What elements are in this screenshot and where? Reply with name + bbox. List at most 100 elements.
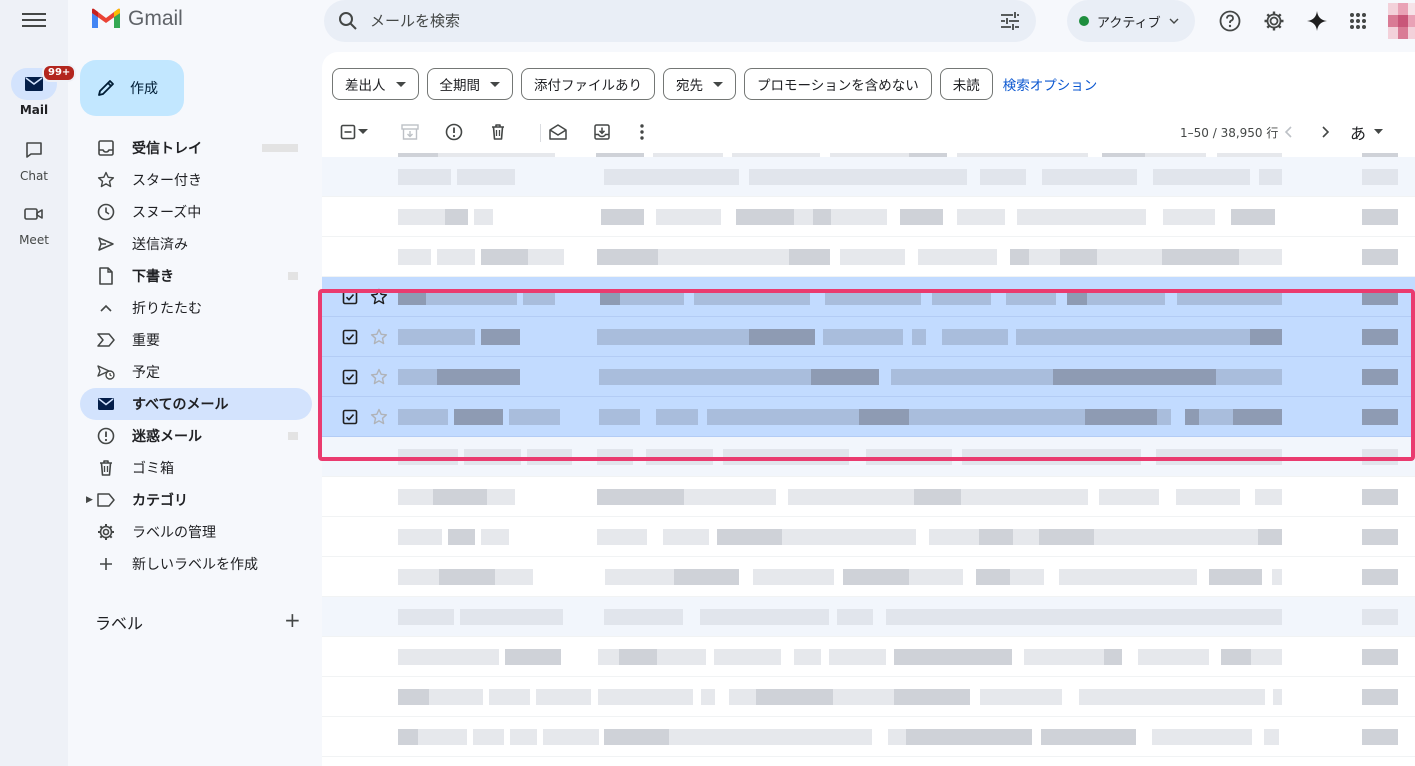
selected-mail-row[interactable] [322, 397, 1415, 437]
add-label-plus-icon[interactable]: + [284, 608, 301, 632]
move-to-inbox-icon[interactable] [590, 120, 614, 144]
nav-item-spam[interactable]: 迷惑メール [80, 420, 312, 452]
blurred-snippet [656, 409, 698, 425]
account-avatar[interactable] [1388, 3, 1415, 39]
row-checkbox-checked-icon[interactable] [342, 369, 358, 385]
search-icon[interactable] [338, 11, 358, 31]
selected-mail-row[interactable] [322, 277, 1415, 317]
blurred-snippet [858, 289, 921, 305]
search-input[interactable] [370, 12, 1000, 30]
filter-chip-date[interactable]: 全期間 [426, 68, 513, 100]
mail-row[interactable] [322, 637, 1415, 677]
blurred-sender [398, 609, 454, 625]
selected-mail-row[interactable] [322, 317, 1415, 357]
blurred-snippet [818, 449, 849, 465]
chevron-right-icon[interactable] [1314, 120, 1338, 144]
blurred-snippet [746, 369, 811, 385]
blurred-sender [487, 489, 515, 505]
mail-row[interactable] [322, 477, 1415, 517]
apps-grid-icon[interactable] [1346, 9, 1370, 33]
nav-item-categories[interactable]: ▶ カテゴリ [80, 484, 312, 516]
nav-item-all-mail[interactable]: すべてのメール [80, 388, 312, 420]
blurred-snippet [959, 249, 997, 265]
nav-item-collapse[interactable]: 折りたたむ [80, 292, 312, 324]
filter-chip-unread[interactable]: 未読 [939, 68, 993, 100]
rail-item-chat[interactable]: Chat [0, 134, 68, 183]
settings-gear-icon[interactable] [1262, 9, 1286, 33]
status-selector[interactable]: アクティブ [1067, 0, 1195, 42]
filter-chip-from[interactable]: 差出人 [332, 68, 419, 100]
expand-caret-icon[interactable]: ▶ [86, 495, 93, 505]
nav-item-scheduled[interactable]: 予定 [80, 356, 312, 388]
report-spam-icon[interactable] [442, 120, 466, 144]
mail-row[interactable] [322, 517, 1415, 557]
blurred-snippet [1051, 329, 1109, 345]
blurred-snippet [1129, 609, 1210, 625]
nav-item-inbox[interactable]: 受信トレイ [80, 132, 312, 164]
input-tools-selector[interactable]: あ [1350, 120, 1390, 144]
blurred-snippet [604, 169, 662, 185]
blurred-snippet [1074, 169, 1137, 185]
nav-item-starred[interactable]: スター付き [80, 164, 312, 196]
mail-row[interactable] [322, 597, 1415, 637]
blurred-snippet [1185, 689, 1265, 705]
mark-as-read-icon[interactable] [546, 120, 570, 144]
blurred-sender [454, 409, 503, 425]
blurred-snippet [1251, 649, 1282, 665]
nav-item-trash[interactable]: ゴミ箱 [80, 452, 312, 484]
row-star-icon[interactable] [370, 288, 388, 306]
mail-row[interactable] [322, 717, 1415, 757]
blurred-snippet [1210, 609, 1257, 625]
blurred-snippet [1024, 649, 1104, 665]
blurred-sender [416, 209, 445, 225]
nav-item-create-label[interactable]: 新しいラベルを作成 [80, 548, 312, 580]
rail-item-mail[interactable]: 99+ Mail [0, 64, 77, 117]
mail-row[interactable] [322, 677, 1415, 717]
rail-item-meet[interactable]: Meet [0, 198, 68, 247]
selected-mail-row[interactable] [322, 357, 1415, 397]
mail-row[interactable] [322, 157, 1415, 197]
blurred-snippet [1083, 609, 1114, 625]
blurred-date [1362, 409, 1398, 425]
nav-item-snoozed[interactable]: スヌーズ中 [80, 196, 312, 228]
draft-icon [96, 266, 116, 286]
row-star-icon[interactable] [370, 328, 388, 346]
blurred-snippet [976, 569, 1010, 585]
blurred-snippet [840, 249, 905, 265]
main-menu-icon[interactable] [22, 10, 46, 30]
blurred-snippet [1234, 529, 1258, 545]
mail-row[interactable] [322, 237, 1415, 277]
filter-chip-exclude-promotions[interactable]: プロモーションを含めない [744, 68, 932, 100]
more-vert-icon[interactable] [630, 120, 654, 144]
nav-item-sent[interactable]: 送信済み [80, 228, 312, 260]
help-icon[interactable] [1218, 9, 1242, 33]
gmail-logo[interactable]: Gmail [90, 7, 183, 31]
row-checkbox-checked-icon[interactable] [342, 289, 358, 305]
search-options-icon[interactable] [1000, 12, 1020, 30]
mail-row[interactable] [322, 437, 1415, 477]
nav-item-manage-labels[interactable]: ラベルの管理 [80, 516, 312, 548]
row-star-icon[interactable] [370, 408, 388, 426]
caret-down-icon [395, 81, 406, 87]
filter-chip-attachment[interactable]: 添付ファイルあり [521, 68, 655, 100]
filter-chip-to[interactable]: 宛先 [663, 68, 736, 100]
archive-icon[interactable] [398, 120, 422, 144]
nav-item-important[interactable]: 重要 [80, 324, 312, 356]
blurred-snippet [700, 609, 726, 625]
delete-icon[interactable] [486, 120, 510, 144]
chevron-left-icon[interactable] [1276, 120, 1300, 144]
blurred-snippet [769, 329, 815, 345]
advanced-search-link[interactable]: 検索オプション [1003, 68, 1098, 100]
blurred-sender [398, 369, 437, 385]
compose-button[interactable]: 作成 [80, 60, 184, 116]
nav-item-drafts[interactable]: 下書き [80, 260, 312, 292]
row-star-icon[interactable] [370, 368, 388, 386]
mail-row[interactable] [322, 557, 1415, 597]
gemini-sparkle-icon[interactable] [1305, 9, 1329, 33]
row-checkbox-checked-icon[interactable] [342, 329, 358, 345]
gmail-m-icon [92, 8, 120, 28]
blurred-sender [426, 289, 474, 305]
select-menu-caret-icon[interactable] [356, 120, 370, 144]
mail-row[interactable] [322, 197, 1415, 237]
row-checkbox-checked-icon[interactable] [342, 409, 358, 425]
